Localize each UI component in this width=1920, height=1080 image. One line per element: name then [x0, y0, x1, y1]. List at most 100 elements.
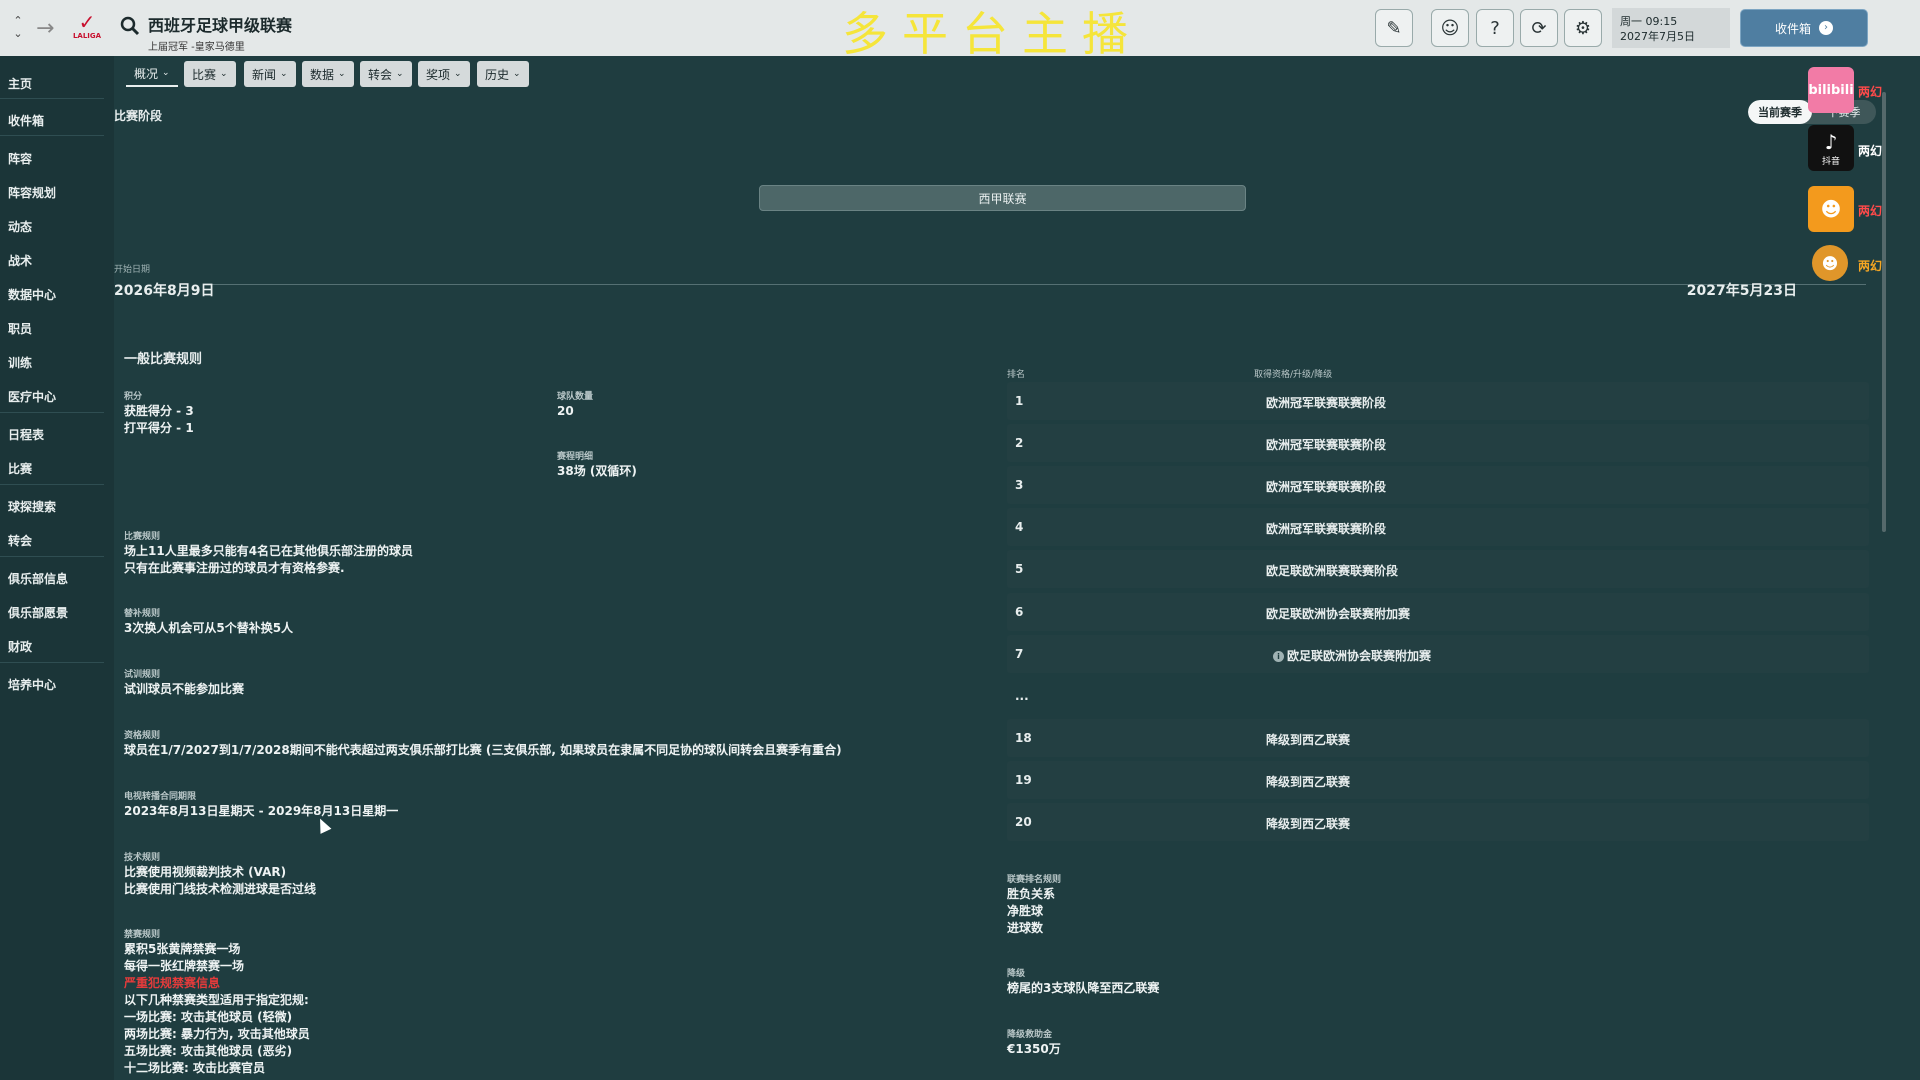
section-title: 一般比赛规则 — [124, 352, 203, 367]
points-value: 获胜得分 - 3 打平得分 - 1 — [124, 403, 194, 437]
chevron-down-icon: ⌄ — [396, 69, 404, 79]
sidebar-item-data-hub[interactable]: 数据中心 — [8, 286, 56, 303]
sidebar-item-development[interactable]: 培养中心 — [8, 676, 56, 693]
inbox-button-label: 收件箱 — [1774, 21, 1811, 36]
league-logo: ✓ LALIGA — [72, 12, 102, 44]
sidebar-item-competitions[interactable]: 比赛 — [8, 460, 32, 477]
tech-line: 比赛使用视频裁判技术 (VAR) — [124, 865, 287, 879]
ban-line: 五场比赛: 攻击其他球员 (恶劣) — [124, 1044, 293, 1058]
sidebar-divider — [0, 662, 104, 663]
ban-label: 禁赛规则 — [124, 930, 161, 940]
settings-button[interactable]: ⚙ — [1564, 9, 1602, 47]
nav-arrows: ⌃ ⌄ → — [10, 14, 60, 44]
up-down-arrows-icon[interactable]: ⌃ ⌄ — [10, 14, 26, 44]
main-content: 概况⌄ 比赛⌄ 新闻⌄ 数据⌄ 转会⌄ 奖项⌄ 历史⌄ 比赛阶段 当前赛季 下赛… — [114, 56, 1890, 1080]
row-qual: 欧洲冠军联赛联赛阶段 — [1266, 522, 1387, 536]
sidebar-item-squad-planner[interactable]: 阵容规划 — [8, 184, 56, 201]
row-qual: 降级到西乙联赛 — [1266, 817, 1351, 831]
inbox-button[interactable]: 收件箱 › — [1740, 9, 1868, 47]
sidebar-item-club-vision[interactable]: 俱乐部愿景 — [8, 604, 68, 621]
row-rank: 19 — [1015, 773, 1032, 787]
table-row: 2 欧洲冠军联赛联赛阶段 — [1007, 424, 1869, 462]
sidebar-item-home[interactable]: 主页 — [8, 75, 32, 92]
sidebar-item-schedule[interactable]: 日程表 — [8, 426, 44, 443]
tiktok-logo: ♪ 抖音 — [1808, 125, 1854, 171]
sidebar-divider — [0, 412, 104, 413]
table-row: 18 降级到西乙联赛 — [1007, 719, 1869, 757]
tab-history[interactable]: 历史 ⌄ — [477, 61, 529, 87]
refresh-button[interactable]: ⟳ — [1520, 9, 1558, 47]
sidebar-item-club-info[interactable]: 俱乐部信息 — [8, 570, 68, 587]
sidebar-item-squad[interactable]: 阵容 — [8, 150, 32, 167]
tab-label: 新闻 — [252, 67, 277, 82]
tab-matches[interactable]: 比赛 ⌄ — [184, 61, 236, 87]
season-current-option[interactable]: 当前赛季 — [1748, 100, 1812, 124]
teams-label: 球队数量 — [557, 392, 594, 402]
league-rank-item: 进球数 — [1007, 921, 1044, 935]
tab-overview[interactable]: 概况 ⌄ — [126, 61, 178, 87]
help-button[interactable]: ? — [1476, 9, 1514, 47]
sidebar-divider — [0, 556, 104, 557]
ban-value: 累积5张黄牌禁赛一场 每得一张红牌禁赛一场 严重犯规禁赛信息 以下几种禁赛类型适… — [124, 941, 310, 1077]
points-draw: 打平得分 - 1 — [124, 421, 194, 435]
tab-transfers[interactable]: 转会 ⌄ — [360, 61, 412, 87]
assistant-button[interactable]: ☺ — [1431, 9, 1469, 47]
tab-stats[interactable]: 数据 ⌄ — [302, 61, 354, 87]
top-bar: ⌃ ⌄ → ✓ LALIGA 西班牙足球甲级联赛 上届冠军 -皇家马德里 多平台主… — [0, 0, 1920, 61]
bilibili-logo: bilibili — [1808, 67, 1854, 113]
sidebar-item-training[interactable]: 训练 — [8, 354, 32, 371]
league-rank-label: 联赛排名规则 — [1007, 875, 1062, 885]
parachute-value: €1350万 — [1007, 1042, 1061, 1056]
end-date: 2027年5月23日 — [1686, 283, 1797, 299]
severe-foul-link[interactable]: 严重犯规禁赛信息 — [124, 975, 310, 992]
date-line-1: 周一 09:15 — [1620, 15, 1678, 28]
tab-awards[interactable]: 奖项 ⌄ — [418, 61, 470, 87]
ban-line: 以下几种禁赛类型适用于指定犯规: — [124, 993, 309, 1007]
platform-logo: ☻ — [1812, 245, 1848, 281]
tab-label: 历史 — [485, 67, 510, 82]
chevron-down-icon: ⌄ — [162, 68, 170, 78]
row-rank: 7 — [1015, 647, 1024, 661]
sidebar-item-scouting[interactable]: 球探搜索 — [8, 498, 56, 515]
tab-news[interactable]: 新闻 ⌄ — [244, 61, 296, 87]
sidebar-item-inbox[interactable]: 收件箱 — [8, 112, 44, 129]
table-row: 19 降级到西乙联赛 — [1007, 761, 1869, 799]
parachute-label: 降级救助金 — [1007, 1030, 1053, 1040]
sidebar-item-dynamics[interactable]: 动态 — [8, 218, 32, 235]
info-icon[interactable]: i — [1273, 651, 1284, 662]
forward-arrow-icon[interactable]: → — [36, 16, 54, 41]
help-icon: ? — [1490, 17, 1500, 39]
tab-label: 转会 — [368, 67, 393, 82]
gear-icon: ⚙ — [1574, 17, 1592, 39]
eligibility-value: 球员在1/7/2027到1/7/2028期间不能代表超过两支俱乐部打比赛 (三支… — [124, 743, 842, 757]
table-row: 20 降级到西乙联赛 — [1007, 803, 1869, 841]
edit-button[interactable]: ✎ — [1375, 9, 1413, 47]
table-row: 3 欧洲冠军联赛联赛阶段 — [1007, 466, 1869, 504]
sidebar-item-tactics[interactable]: 战术 — [8, 252, 32, 269]
col-rank-header: 排名 — [1007, 370, 1026, 380]
tech-value: 比赛使用视频裁判技术 (VAR) 比赛使用门线技术检测进球是否过线 — [124, 864, 316, 898]
relegation-value: 榜尾的3支球队降至西乙联赛 — [1007, 981, 1160, 995]
arrow-right-icon: › — [1819, 21, 1833, 35]
eligibility-label: 资格规则 — [124, 731, 161, 741]
search-icon[interactable] — [120, 16, 140, 36]
scrollbar[interactable] — [1882, 92, 1886, 532]
timeline-line — [206, 284, 1866, 285]
row-qual: 欧足联欧洲联赛联赛阶段 — [1266, 564, 1399, 578]
schedule-label: 赛程明细 — [557, 452, 594, 462]
row-qual: i 欧足联欧洲协会联赛附加赛 — [1273, 647, 1431, 664]
table-row-ellipsis: ... — [1007, 677, 1869, 715]
sidebar-item-staff[interactable]: 职员 — [8, 320, 32, 337]
points-label: 积分 — [124, 392, 143, 402]
sidebar-item-medical[interactable]: 医疗中心 — [8, 388, 56, 405]
points-win: 获胜得分 - 3 — [124, 404, 194, 418]
tiktok-streamer-name: 两幻 — [1858, 144, 1883, 158]
row-qual: 降级到西乙联赛 — [1266, 733, 1351, 747]
bilibili-streamer-name: 两幻 — [1858, 85, 1883, 99]
stage-bar[interactable]: 西甲联赛 — [759, 185, 1246, 211]
row-qual: 降级到西乙联赛 — [1266, 775, 1351, 789]
sidebar-item-finances[interactable]: 财政 — [8, 638, 32, 655]
sidebar-item-transfers[interactable]: 转会 — [8, 532, 32, 549]
pencil-icon: ✎ — [1386, 17, 1402, 39]
tech-label: 技术规则 — [124, 853, 161, 863]
